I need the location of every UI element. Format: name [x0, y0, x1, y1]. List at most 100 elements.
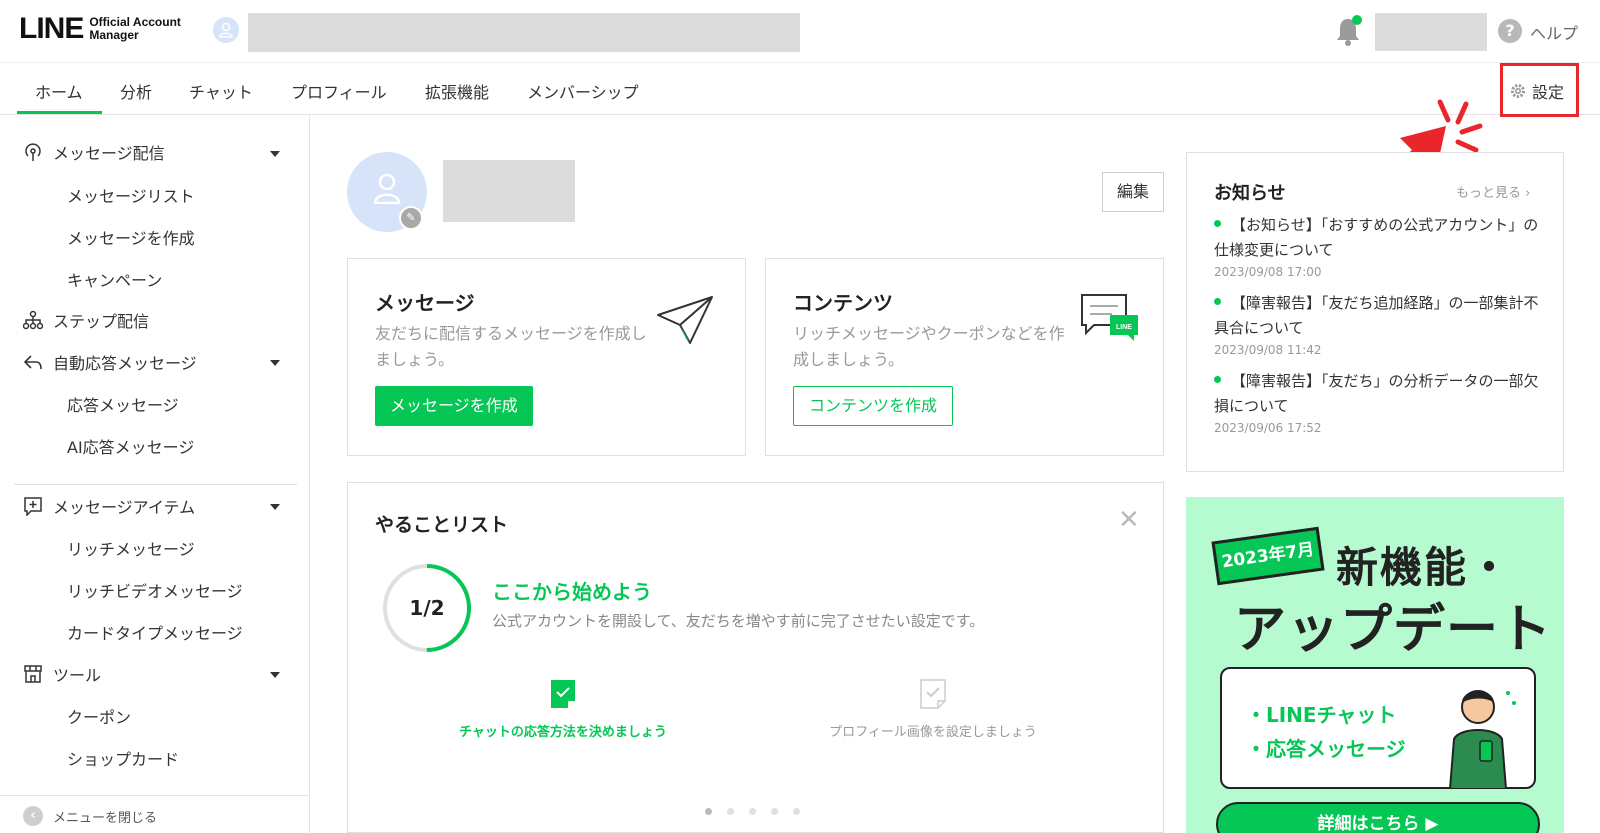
chevron-down-icon[interactable]	[270, 360, 280, 366]
update-banner[interactable]: 2023年7月 新機能・ アップデート ・LINEチャット ・応答メッセージ 詳…	[1186, 497, 1564, 833]
sidebar-item-reply-message[interactable]: 応答メッセージ	[67, 392, 179, 416]
bullet-icon	[1214, 376, 1221, 383]
news-title: お知らせ	[1214, 183, 1286, 204]
user-icon	[219, 22, 233, 38]
news-item[interactable]: 【障害報告】「友だち」の分析データの一部欠損について 2023/09/06 17…	[1214, 369, 1544, 435]
chat-bubble-icon: LINE	[1081, 294, 1138, 341]
todo-heading: ここから始めよう	[492, 580, 652, 604]
banner-headline-1: 新機能・	[1336, 543, 1513, 592]
news-item-text: 【障害報告】「友だち追加経路」の一部集計不具合について	[1214, 294, 1539, 337]
todo-subtitle: 公式アカウントを開設して、友だちを増やす前に完了させたい設定です。	[492, 612, 985, 630]
sidebar-group-label: ステップ配信	[53, 312, 150, 331]
close-icon[interactable]: ✕	[1118, 505, 1140, 535]
todo-step-chat[interactable]: チャットの応答方法を決めましょう	[438, 679, 688, 740]
doc-icon	[920, 679, 946, 709]
todo-step-label: プロフィール画像を設定しましょう	[829, 725, 1037, 740]
sidebar-item-rich-message[interactable]: リッチメッセージ	[67, 536, 195, 560]
todo-step-label: チャットの応答方法を決めましょう	[459, 725, 667, 740]
chevron-down-icon[interactable]	[270, 504, 280, 510]
auto-reply-icon	[23, 355, 42, 370]
profile-name-redacted	[443, 160, 575, 222]
sidebar-item-ai-reply-message[interactable]: AI応答メッセージ	[67, 434, 194, 458]
sidebar-item-coupon[interactable]: クーポン	[67, 704, 131, 728]
banner-details-button[interactable]: 詳細はこちら ▶	[1216, 802, 1540, 833]
tab-membership[interactable]: メンバーシップ	[527, 79, 639, 103]
chevron-down-icon[interactable]	[270, 151, 280, 157]
news-more-link[interactable]: もっと見る ›	[1456, 182, 1530, 201]
sidebar-group-label: メッセージアイテム	[53, 498, 196, 517]
todo-title: やることリスト	[375, 514, 509, 536]
todo-step-profile-image[interactable]: プロフィール画像を設定しましょう	[808, 679, 1058, 740]
sidebar: メッセージ配信 メッセージリスト メッセージを作成 キャンペーン ステップ配信 …	[0, 115, 310, 833]
help-link[interactable]: ヘルプ	[1530, 20, 1578, 44]
line-oa-logo[interactable]: LINE Official Account Manager	[19, 12, 189, 46]
gear-icon	[1511, 84, 1525, 98]
sidebar-item-rich-video-message[interactable]: リッチビデオメッセージ	[67, 578, 243, 602]
sidebar-item-shop-card[interactable]: ショップカード	[67, 746, 179, 770]
user-icon	[373, 173, 401, 204]
sidebar-item-create-message[interactable]: メッセージを作成	[67, 225, 195, 249]
sidebar-footer[interactable]: ‹ メニューを閉じる	[0, 795, 309, 833]
sidebar-divider	[14, 484, 297, 485]
sidebar-group-label: メッセージ配信	[53, 144, 165, 163]
message-card-title: メッセージ	[375, 291, 475, 315]
svg-text:LINE: LINE	[1116, 324, 1132, 331]
banner-feature-1: ・LINEチャット	[1246, 703, 1397, 727]
sidebar-item-message-broadcast[interactable]: メッセージ配信	[23, 140, 165, 164]
user-name-redacted[interactable]	[1375, 13, 1487, 51]
edit-profile-button[interactable]: 編集	[1102, 172, 1164, 212]
sidebar-item-campaign[interactable]: キャンペーン	[67, 267, 162, 291]
news-item-text: 【お知らせ】「おすすめの公式アカウント」の仕様変更について	[1214, 216, 1539, 259]
carousel-dot[interactable]	[727, 808, 734, 815]
close-menu-label: メニューを閉じる	[53, 811, 158, 826]
bullet-icon	[1214, 220, 1221, 227]
sidebar-item-step-delivery[interactable]: ステップ配信	[23, 308, 149, 332]
help-icon[interactable]: ?	[1498, 19, 1522, 43]
news-item[interactable]: 【お知らせ】「おすすめの公式アカウント」の仕様変更について 2023/09/08…	[1214, 213, 1544, 279]
sidebar-item-auto-reply[interactable]: 自動応答メッセージ	[23, 350, 197, 374]
carousel-dot[interactable]	[771, 808, 778, 815]
tab-analytics[interactable]: 分析	[120, 79, 152, 103]
progress-text: 1/2	[409, 596, 445, 620]
active-tab-indicator	[17, 111, 102, 114]
tab-chat[interactable]: チャット	[189, 79, 253, 103]
shop-icon	[24, 665, 42, 683]
pencil-icon[interactable]: ✎	[399, 206, 423, 230]
content-card-title: コンテンツ	[793, 291, 893, 315]
news-item[interactable]: 【障害報告】「友だち追加経路」の一部集計不具合について 2023/09/08 1…	[1214, 291, 1544, 357]
news-item-date: 2023/09/08 11:42	[1214, 343, 1322, 357]
create-message-button[interactable]: メッセージを作成	[375, 386, 533, 426]
sidebar-group-label: 自動応答メッセージ	[53, 354, 197, 373]
banner-date-tag: 2023年7月	[1211, 526, 1325, 586]
chevron-down-icon[interactable]	[270, 672, 280, 678]
banner-headline-2: アップデート	[1234, 600, 1553, 660]
sidebar-item-message-items[interactable]: メッセージアイテム	[23, 494, 195, 518]
news-item-text: 【障害報告】「友だち」の分析データの一部欠損について	[1214, 372, 1539, 415]
bullet-icon	[1214, 298, 1221, 305]
logo-sub-text: Official Account Manager	[89, 15, 181, 42]
banner-feature-2: ・応答メッセージ	[1246, 737, 1406, 761]
person-illustration-icon	[1448, 690, 1516, 789]
sidebar-group-label: ツール	[53, 666, 102, 685]
logo-main-text: LINE	[19, 12, 84, 45]
tab-home[interactable]: ホーム	[35, 79, 83, 103]
carousel-dot[interactable]	[793, 808, 800, 815]
tab-extensions[interactable]: 拡張機能	[425, 79, 489, 103]
message-card: メッセージ 友だちに配信するメッセージを作成しましょう。 メッセージを作成	[347, 258, 746, 456]
sidebar-item-tools[interactable]: ツール	[23, 662, 101, 686]
broadcast-icon	[25, 143, 41, 161]
carousel-dot[interactable]	[749, 808, 756, 815]
top-bar: LINE Official Account Manager ? ヘルプ	[0, 0, 1600, 62]
paper-plane-icon	[657, 296, 713, 344]
carousel-dot[interactable]	[705, 808, 712, 815]
settings-button[interactable]: 設定	[1510, 79, 1564, 103]
sidebar-item-message-list[interactable]: メッセージリスト	[67, 183, 195, 207]
sidebar-item-card-type-message[interactable]: カードタイプメッセージ	[67, 620, 243, 644]
todo-panel: やることリスト ✕ 1/2 ここから始めよう 公式アカウントを開設して、友だちを…	[347, 482, 1164, 833]
account-name-redacted[interactable]	[248, 13, 800, 52]
add-item-icon	[24, 497, 42, 516]
account-avatar[interactable]	[213, 17, 239, 43]
create-content-button[interactable]: コンテンツを作成	[793, 386, 954, 426]
tab-profile[interactable]: プロフィール	[291, 79, 387, 103]
banner-feature-card: ・LINEチャット ・応答メッセージ	[1220, 667, 1536, 789]
